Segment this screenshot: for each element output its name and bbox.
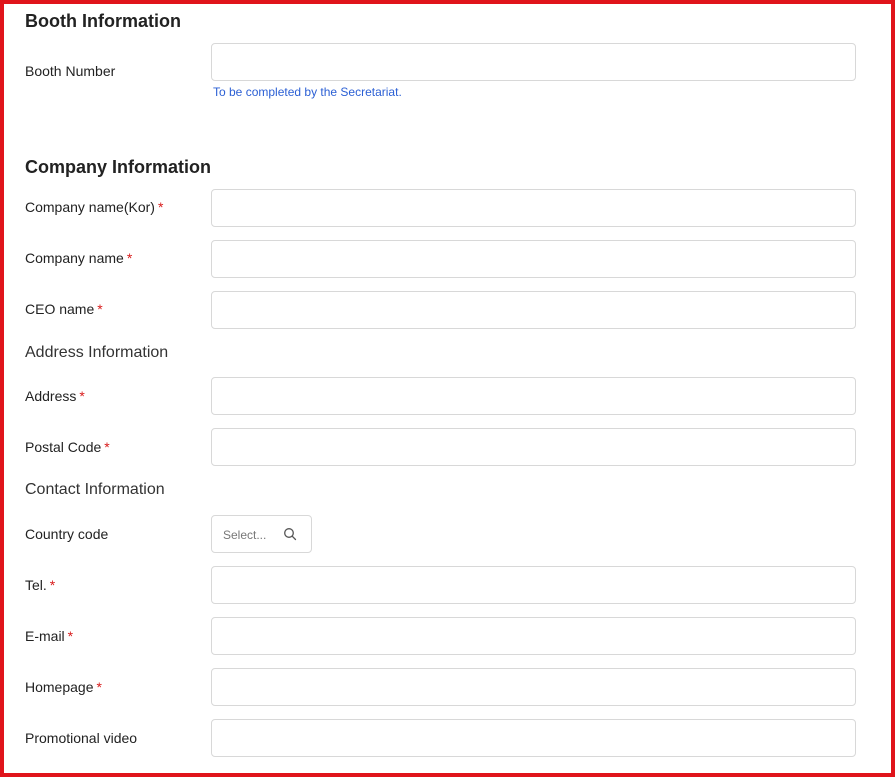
required-mark: * — [49, 577, 56, 593]
booth-number-label: Booth Number — [25, 63, 116, 79]
ceo-name-label: CEO name * — [25, 301, 103, 317]
company-name-label: Company name * — [25, 250, 133, 266]
ceo-name-input[interactable] — [211, 291, 856, 329]
email-input[interactable] — [211, 617, 856, 655]
booth-number-hint: To be completed by the Secretariat. — [213, 85, 402, 99]
promo-video-input[interactable] — [211, 719, 856, 757]
tel-input[interactable] — [211, 566, 856, 604]
company-name-input[interactable] — [211, 240, 856, 278]
promo-video-label: Promotional video — [25, 730, 138, 746]
required-mark: * — [79, 388, 85, 404]
email-label: E-mail * — [25, 628, 74, 644]
company-name-kor-input[interactable] — [211, 189, 856, 227]
company-name-kor-label: Company name(Kor) * — [25, 199, 164, 215]
search-icon — [284, 528, 297, 541]
postal-code-label: Postal Code * — [25, 439, 110, 455]
booth-section-title: Booth Information — [25, 11, 181, 31]
address-input[interactable] — [211, 377, 856, 415]
country-code-placeholder: Select... — [223, 528, 267, 542]
required-mark: * — [157, 199, 164, 215]
required-mark: * — [96, 679, 102, 695]
booth-number-input[interactable] — [211, 43, 856, 81]
required-mark: * — [97, 301, 103, 317]
required-mark: * — [104, 439, 110, 455]
address-section-title: Address Information — [25, 344, 169, 361]
required-mark: * — [67, 628, 74, 644]
address-label: Address * — [25, 388, 85, 404]
contact-section-title: Contact Information — [25, 481, 165, 498]
country-code-label: Country code — [25, 526, 109, 542]
homepage-label: Homepage * — [25, 679, 102, 695]
required-mark: * — [126, 250, 133, 266]
company-section-title: Company Information — [25, 157, 212, 177]
tel-label: Tel. * — [25, 577, 56, 593]
homepage-input[interactable] — [211, 668, 856, 706]
country-code-select[interactable]: Select... — [211, 515, 312, 553]
postal-code-input[interactable] — [211, 428, 856, 466]
